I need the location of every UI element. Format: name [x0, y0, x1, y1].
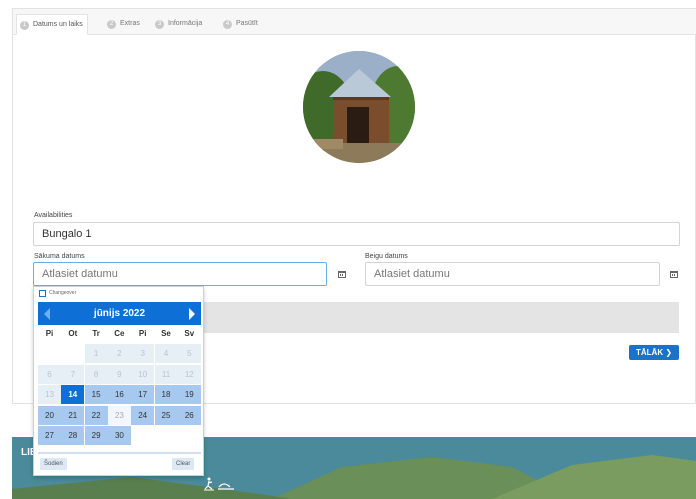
- weekday-header: Sv: [184, 329, 195, 338]
- weekday-header: Ot: [68, 329, 78, 338]
- weekday-header: Pi: [138, 329, 147, 338]
- weekday-header: Tr: [92, 329, 100, 338]
- calendar-day[interactable]: 28: [61, 426, 85, 445]
- time-slot-bar: [190, 302, 679, 333]
- month-header: jūnijs 2022: [38, 302, 201, 325]
- calendar-day: 5: [177, 344, 201, 363]
- calendar-day[interactable]: 30: [107, 426, 131, 445]
- calendar-day[interactable]: 24: [131, 405, 155, 425]
- weekday-header: Se: [161, 329, 171, 338]
- next-month-icon[interactable]: [189, 308, 195, 320]
- availabilities-field[interactable]: Bungalo 1: [33, 222, 680, 246]
- start-date-label: Sākuma datums: [34, 253, 85, 260]
- step-number: 3: [155, 19, 164, 29]
- calendar-day[interactable]: 29: [84, 426, 108, 445]
- calendar-day: 12: [177, 364, 201, 384]
- tab-extras[interactable]: 2 Extras: [104, 14, 144, 34]
- calendar-day: 23: [107, 405, 131, 425]
- tab-label: Datums un laiks: [33, 21, 83, 28]
- calendar-day: 1: [84, 344, 108, 363]
- calendar-day: 4: [154, 344, 178, 363]
- calendar-day: 2: [107, 344, 131, 363]
- calendar-day[interactable]: 19: [177, 385, 201, 404]
- step-number: 4: [223, 19, 232, 29]
- calendar-day[interactable]: 25: [154, 405, 178, 425]
- calendar-day: 10: [131, 364, 155, 384]
- calendar-day[interactable]: 15: [84, 385, 108, 404]
- tab-information[interactable]: 3 Informācija: [152, 14, 206, 34]
- tab-label: Extras: [120, 20, 140, 27]
- calendar-day[interactable]: 26: [177, 405, 201, 425]
- start-date-input[interactable]: Atlasiet datumu: [33, 262, 327, 286]
- calendar-day[interactable]: 22: [84, 405, 108, 425]
- calendar-day: 7: [61, 364, 85, 384]
- calendar-day[interactable]: 21: [61, 405, 85, 425]
- calendar-day[interactable]: 14: [61, 385, 85, 404]
- calendar-day: 8: [84, 364, 108, 384]
- datepicker-popup: Changeover jūnijs 2022 Pi Ot Tr Ce Pi Se Sv 1 2 3…: [33, 286, 204, 476]
- end-calendar-icon[interactable]: [663, 263, 685, 285]
- calendar-day: 3: [131, 344, 155, 363]
- weekday-header: Ce: [114, 329, 125, 338]
- step-tabs: 1 Datums un laiks 2 Extras 3 Informācija 4P…: [13, 9, 696, 35]
- today-button[interactable]: Šodien: [40, 458, 67, 470]
- availabilities-label: Availabilities: [34, 212, 73, 219]
- calendar-day: 6: [38, 364, 61, 384]
- calendar-day[interactable]: 20: [38, 405, 61, 425]
- footer-divider: [38, 452, 201, 454]
- calendar-day: 13: [38, 385, 61, 404]
- activity-icons: [204, 477, 234, 491]
- month-title: jūnijs 2022: [93, 308, 146, 319]
- clear-button[interactable]: Clear: [172, 458, 195, 470]
- step-number: 2: [107, 19, 116, 29]
- calendar-day: 9: [107, 364, 131, 384]
- weekday-header: Pi: [45, 329, 54, 338]
- changeover-checkbox[interactable]: [39, 290, 46, 297]
- calendar-day: 11: [154, 364, 178, 384]
- calendar-day[interactable]: 27: [38, 426, 61, 445]
- tab-date-time[interactable]: 1 Datums un laiks: [16, 14, 88, 35]
- tab-label: Informācija: [168, 20, 203, 27]
- end-date-label: Beigu datums: [365, 253, 408, 260]
- next-button[interactable]: TĀLĀK ❯: [629, 345, 679, 360]
- changeover-label: Changeover: [49, 290, 77, 296]
- start-calendar-icon[interactable]: [331, 263, 353, 285]
- prev-month-icon[interactable]: [44, 308, 50, 320]
- end-date-input[interactable]: Atlasiet datumu: [365, 262, 660, 286]
- calendar-day[interactable]: 16: [107, 385, 131, 404]
- step-number: 1: [20, 20, 29, 30]
- tab-order[interactable]: 4 Pasūtīt: [220, 14, 262, 34]
- calendar-day[interactable]: 18: [154, 385, 178, 404]
- tab-label: Pasūtīt: [236, 20, 258, 27]
- bungalow-photo: [303, 51, 415, 163]
- calendar-day[interactable]: 17: [131, 385, 155, 404]
